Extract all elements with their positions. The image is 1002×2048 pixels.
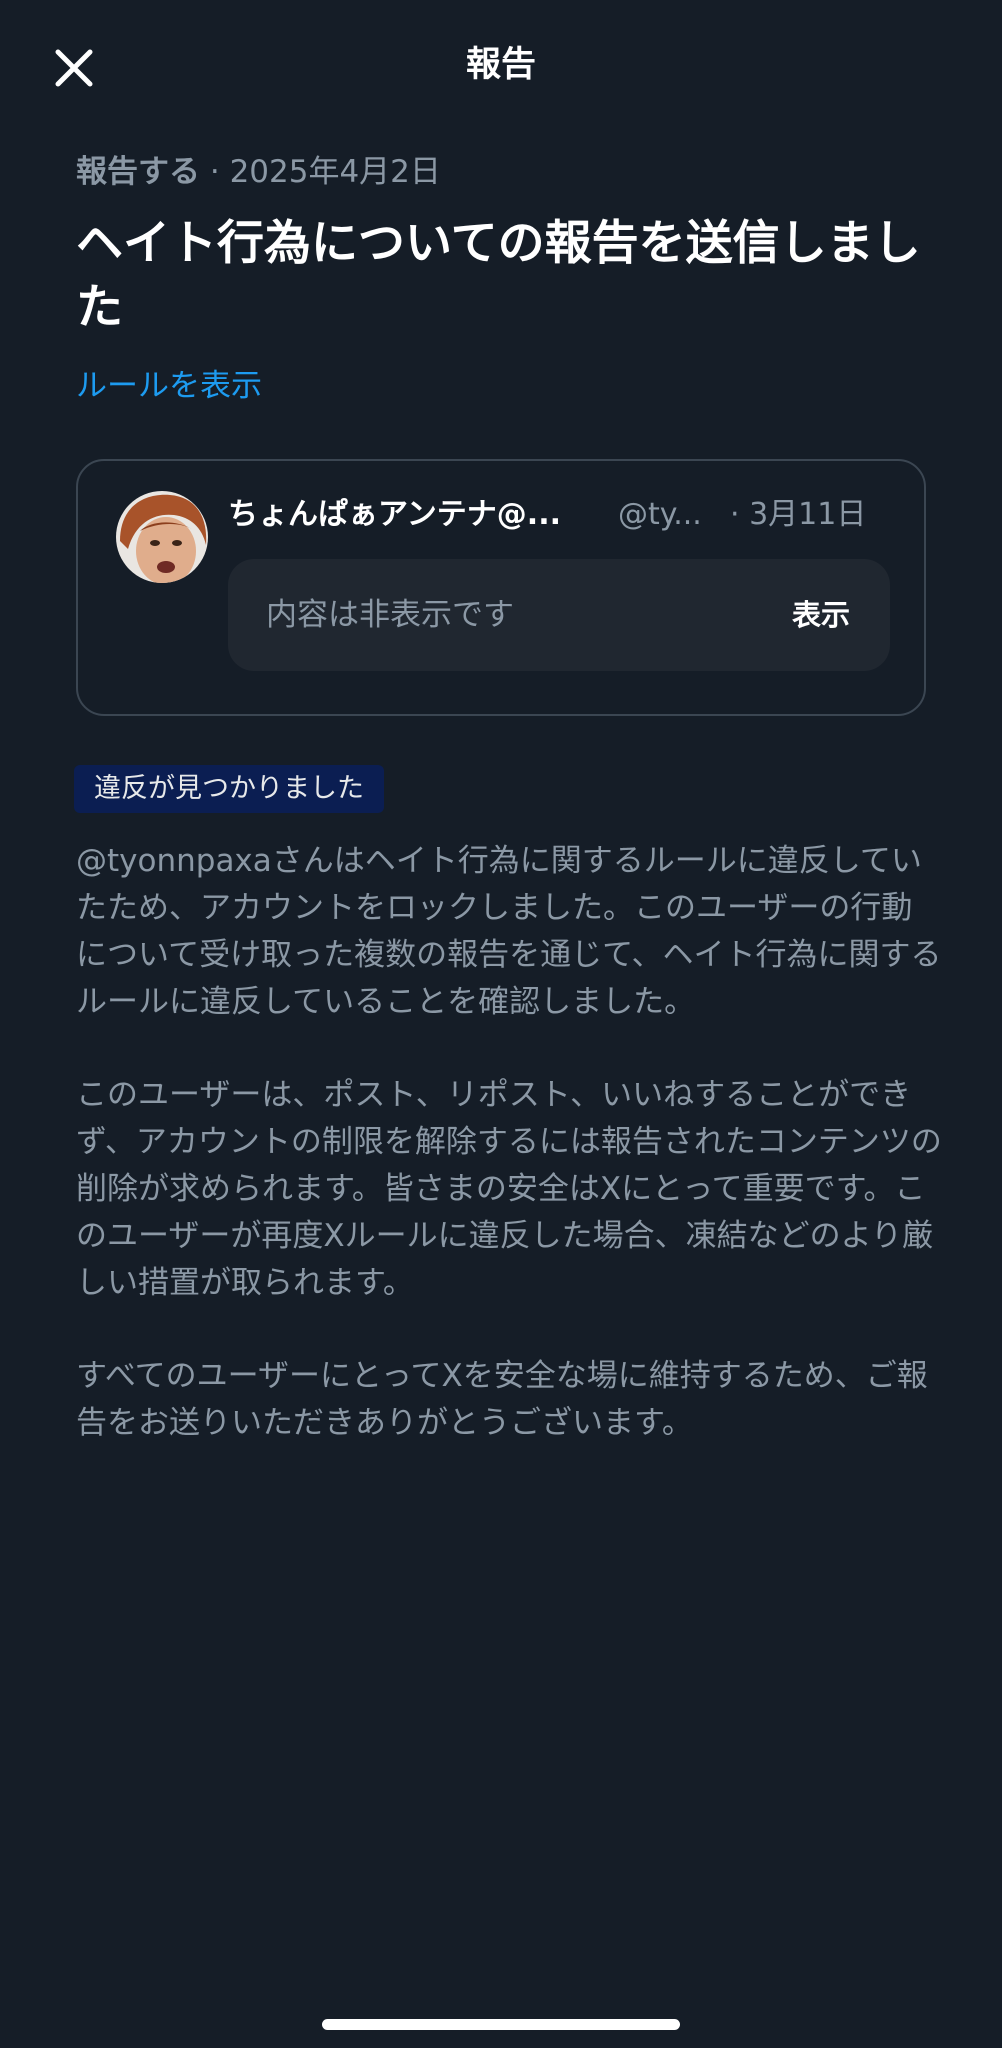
- view-rules-link[interactable]: ルールを表示: [76, 364, 262, 408]
- post-author-handle: @ty...: [618, 497, 702, 532]
- avatar[interactable]: [116, 491, 208, 583]
- home-indicator[interactable]: [322, 2019, 680, 2030]
- report-title: ヘイト行為についての報告を送信しました: [76, 216, 921, 335]
- reported-post-card[interactable]: ちょんぱぁアンテナ@... @ty... · 3月11日 内容は非表示です 表示: [76, 459, 926, 716]
- show-content-button[interactable]: 表示: [792, 593, 850, 637]
- report-type: 報告する: [76, 154, 200, 190]
- result-paragraph: @tyonnpaxaさんはヘイト行為に関するルールに違反していたため、アカウント…: [76, 843, 942, 1020]
- post-author-name[interactable]: ちょんぱぁアンテナ@...: [228, 493, 561, 537]
- result-description: @tyonnpaxaさんはヘイト行為に関するルールに違反していたため、アカウント…: [76, 838, 942, 1493]
- result-paragraph: すべてのユーザーにとってXを安全な場に維持するため、ご報告をお送りいただきありが…: [76, 1358, 928, 1441]
- page-title: 報告: [465, 45, 536, 85]
- result-paragraph: このユーザーは、ポスト、リポスト、いいねすることができず、アカウントの制限を解除…: [76, 1077, 942, 1301]
- post-header: ちょんぱぁアンテナ@... @ty... · 3月11日: [228, 493, 908, 537]
- avatar-image: [116, 491, 208, 583]
- report-date: 2025年4月2日: [229, 154, 441, 190]
- meta-separator: ·: [200, 154, 230, 190]
- header-bar: 報告: [0, 0, 1002, 130]
- post-date: · 3月11日: [730, 497, 867, 532]
- hidden-content-text: 内容は非表示です: [266, 597, 514, 633]
- hidden-content-box: 内容は非表示です 表示: [228, 559, 890, 671]
- violation-badge: 違反が見つかりました: [74, 765, 384, 813]
- report-meta: 報告する · 2025年4月2日: [76, 150, 441, 194]
